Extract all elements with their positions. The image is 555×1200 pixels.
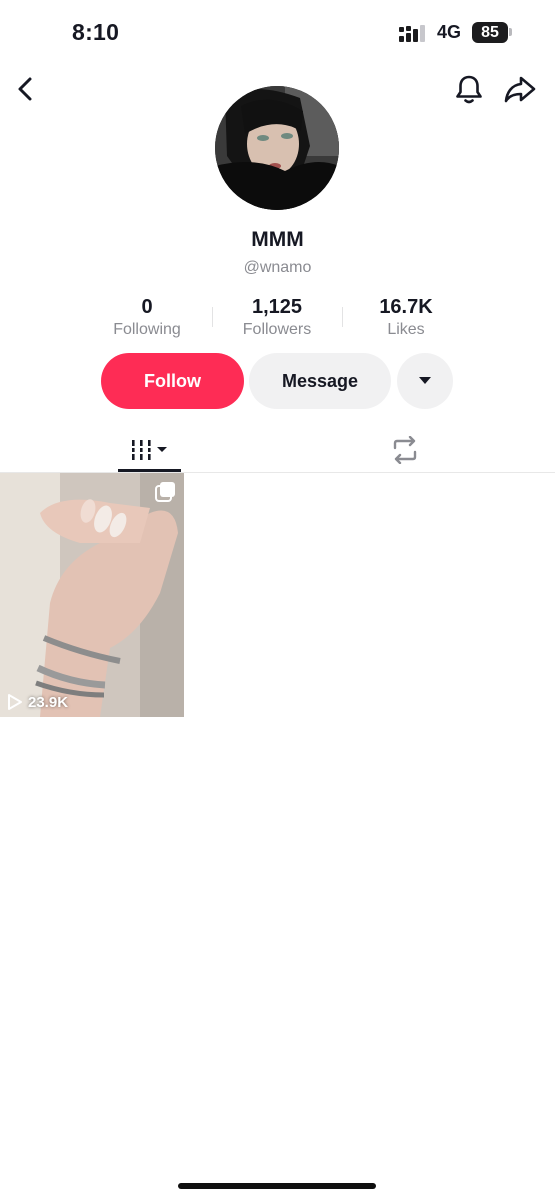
stat-value: 16.7K	[379, 296, 433, 318]
stat-label: Likes	[387, 321, 425, 338]
repost-icon	[393, 436, 417, 464]
bell-icon	[456, 75, 482, 104]
profile-name: MMM	[251, 228, 304, 251]
video-view-count: 23.9K	[7, 693, 68, 711]
multi-photo-icon	[155, 482, 175, 502]
stat-label: Following	[113, 321, 181, 338]
view-count-text: 23.9K	[28, 693, 69, 711]
message-button[interactable]: Message	[249, 353, 391, 409]
signal-icon	[399, 25, 425, 42]
more-options-button[interactable]	[397, 353, 453, 409]
video-grid-icon	[131, 440, 167, 460]
stat-value: 1,125	[251, 296, 303, 318]
video-cover-image	[0, 473, 184, 717]
stat-label: Followers	[242, 321, 312, 338]
avatar[interactable]	[215, 86, 339, 210]
status-time: 8:10	[72, 19, 120, 45]
tab-reposts[interactable]	[375, 428, 435, 472]
stat-following[interactable]: 0 Following	[82, 296, 212, 339]
stat-value: 0	[141, 296, 153, 318]
back-button[interactable]	[9, 72, 43, 106]
caret-down-icon	[419, 377, 431, 384]
battery-indicator: 85	[472, 22, 508, 43]
profile-handle: @wnamo	[243, 259, 312, 276]
play-icon	[8, 694, 22, 710]
stat-followers[interactable]: 1,125 Followers	[212, 296, 342, 339]
tab-videos[interactable]	[118, 428, 181, 472]
share-button[interactable]	[503, 72, 537, 106]
video-thumbnail[interactable]	[0, 473, 184, 717]
chevron-left-icon	[18, 77, 32, 101]
notification-button[interactable]	[452, 72, 486, 106]
follow-button[interactable]: Follow	[101, 353, 244, 409]
battery-cap	[509, 28, 512, 36]
stat-likes[interactable]: 16.7K Likes	[341, 296, 471, 339]
share-arrow-icon	[504, 76, 536, 103]
network-type: 4G	[437, 22, 462, 42]
home-indicator[interactable]	[178, 1183, 376, 1189]
avatar-photo	[215, 86, 339, 210]
